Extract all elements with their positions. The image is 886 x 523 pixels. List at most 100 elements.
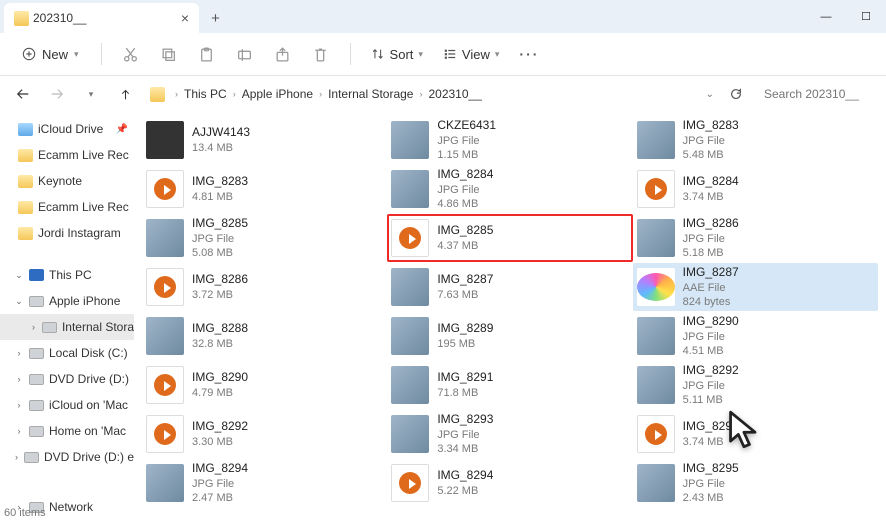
file-name: IMG_8288	[192, 321, 248, 337]
file-thumbnail	[391, 317, 429, 355]
file-item[interactable]: IMG_8293JPG File3.34 MB	[387, 410, 632, 458]
breadcrumb[interactable]: › This PC › Apple iPhone › Internal Stor…	[146, 80, 698, 108]
file-item[interactable]: CKZE6431JPG File1.15 MB	[387, 116, 632, 164]
sidebar-item-device[interactable]: ⌄Apple iPhone	[0, 288, 134, 314]
tab-title: 202310__	[33, 11, 86, 25]
tab-active[interactable]: 202310__ ×	[4, 3, 199, 33]
new-label: New	[42, 47, 68, 62]
chevron-right-icon: ›	[14, 348, 24, 358]
file-size: 3.30 MB	[192, 435, 248, 449]
sidebar-item-quickaccess[interactable]: Jordi Instagram	[0, 220, 134, 246]
close-icon[interactable]: ×	[181, 10, 189, 26]
file-item[interactable]: IMG_82877.63 MB	[387, 263, 632, 311]
chevron-right-icon: ›	[14, 400, 24, 410]
forward-button[interactable]	[44, 81, 70, 107]
file-pane[interactable]: AJJW414313.4 MBCKZE6431JPG File1.15 MBIM…	[134, 112, 886, 523]
file-size: 3.34 MB	[437, 442, 493, 456]
sidebar-item-thispc[interactable]: ⌄This PC	[0, 262, 134, 288]
file-type: JPG File	[437, 183, 493, 197]
sidebar: iCloud Drive📌Ecamm Live RecKeynoteEcamm …	[0, 112, 134, 523]
minimize-button[interactable]: —	[806, 2, 846, 32]
sidebar-item-drive[interactable]: ›Home on 'Mac	[0, 418, 134, 444]
more-button[interactable]: ···	[511, 41, 547, 67]
file-item[interactable]: IMG_8295JPG File2.43 MB	[633, 459, 878, 507]
file-item[interactable]: IMG_8290JPG File4.51 MB	[633, 312, 878, 360]
sort-button[interactable]: Sort ▾	[363, 42, 431, 67]
sidebar-label: iCloud Drive	[38, 122, 103, 136]
delete-button[interactable]	[304, 37, 338, 71]
file-thumbnail	[146, 366, 184, 404]
file-size: 2.43 MB	[683, 491, 739, 505]
sidebar-item-quickaccess[interactable]: iCloud Drive📌	[0, 116, 134, 142]
folder-icon	[18, 175, 33, 188]
breadcrumb-dropdown[interactable]: ⌄	[706, 89, 714, 100]
file-item[interactable]: IMG_829171.8 MB	[387, 361, 632, 409]
file-size: 13.4 MB	[192, 141, 250, 155]
file-item[interactable]: IMG_82834.81 MB	[142, 165, 387, 213]
folder-icon	[18, 227, 33, 240]
file-thumbnail	[146, 219, 184, 257]
sidebar-item-drive[interactable]: › Local Disk (C:)	[0, 340, 134, 366]
paste-button[interactable]	[190, 37, 224, 71]
share-button[interactable]	[266, 37, 300, 71]
sidebar-label: Network	[49, 500, 93, 514]
breadcrumb-item[interactable]: 202310__	[428, 87, 481, 101]
new-tab-button[interactable]: +	[199, 3, 232, 33]
cut-button[interactable]	[114, 37, 148, 71]
file-item[interactable]: IMG_82854.37 MB	[387, 214, 632, 262]
back-button[interactable]	[10, 81, 36, 107]
rename-button[interactable]	[228, 37, 262, 71]
file-size: 4.86 MB	[437, 197, 493, 211]
sidebar-item-quickaccess[interactable]: Ecamm Live Rec	[0, 142, 134, 168]
file-item[interactable]: IMG_8283JPG File5.48 MB	[633, 116, 878, 164]
file-thumbnail	[637, 170, 675, 208]
sidebar-item-quickaccess[interactable]: Ecamm Live Rec	[0, 194, 134, 220]
file-item[interactable]: IMG_8292JPG File5.11 MB	[633, 361, 878, 409]
up-button[interactable]	[112, 81, 138, 107]
sidebar-label: Local Disk (C:)	[49, 346, 128, 360]
file-item[interactable]: IMG_82904.79 MB	[142, 361, 387, 409]
maximize-button[interactable]: ☐	[846, 2, 886, 32]
file-item[interactable]: IMG_8286JPG File5.18 MB	[633, 214, 878, 262]
file-name: IMG_8293	[683, 419, 739, 435]
file-thumbnail	[146, 415, 184, 453]
chevron-right-icon: ›	[14, 374, 24, 384]
file-size: 7.63 MB	[437, 288, 493, 302]
file-name: IMG_8287	[683, 265, 739, 281]
file-item[interactable]: IMG_8284JPG File4.86 MB	[387, 165, 632, 213]
file-size: 4.51 MB	[683, 344, 739, 358]
copy-button[interactable]	[152, 37, 186, 71]
file-item[interactable]: IMG_82933.74 MB	[633, 410, 878, 458]
sidebar-item-drive[interactable]: ›DVD Drive (D:)	[0, 366, 134, 392]
breadcrumb-item[interactable]: Apple iPhone	[242, 87, 313, 101]
new-button[interactable]: New ▾	[12, 42, 89, 67]
file-item[interactable]: AJJW414313.4 MB	[142, 116, 387, 164]
file-item[interactable]: IMG_8289195 MB	[387, 312, 632, 360]
file-item[interactable]: IMG_82945.22 MB	[387, 459, 632, 507]
file-item[interactable]: IMG_82863.72 MB	[142, 263, 387, 311]
file-name: IMG_8294	[192, 461, 248, 477]
search-input[interactable]	[758, 81, 876, 107]
file-item[interactable]: IMG_828832.8 MB	[142, 312, 387, 360]
file-item[interactable]: IMG_82923.30 MB	[142, 410, 387, 458]
breadcrumb-item[interactable]: This PC	[184, 87, 227, 101]
view-button[interactable]: View ▾	[435, 42, 507, 67]
sidebar-item-drive[interactable]: ›DVD Drive (D:) e	[0, 444, 134, 470]
sidebar-item-storage[interactable]: ›Internal Stora	[0, 314, 134, 340]
history-dropdown[interactable]: ▾	[78, 81, 104, 107]
file-type: JPG File	[437, 134, 496, 148]
file-item[interactable]: IMG_82843.74 MB	[633, 165, 878, 213]
breadcrumb-item[interactable]: Internal Storage	[328, 87, 413, 101]
file-name: IMG_8289	[437, 321, 493, 337]
trash-icon	[312, 46, 329, 63]
sidebar-item-quickaccess[interactable]: Keynote	[0, 168, 134, 194]
file-item[interactable]: IMG_8294JPG File2.47 MB	[142, 459, 387, 507]
sidebar-item-drive[interactable]: ›iCloud on 'Mac	[0, 392, 134, 418]
separator	[350, 43, 351, 65]
file-type: JPG File	[437, 428, 493, 442]
file-type: JPG File	[683, 477, 739, 491]
file-item[interactable]: IMG_8285JPG File5.08 MB	[142, 214, 387, 262]
computer-icon	[29, 269, 44, 281]
file-item[interactable]: IMG_8287AAE File824 bytes	[633, 263, 878, 311]
refresh-button[interactable]	[722, 80, 750, 108]
